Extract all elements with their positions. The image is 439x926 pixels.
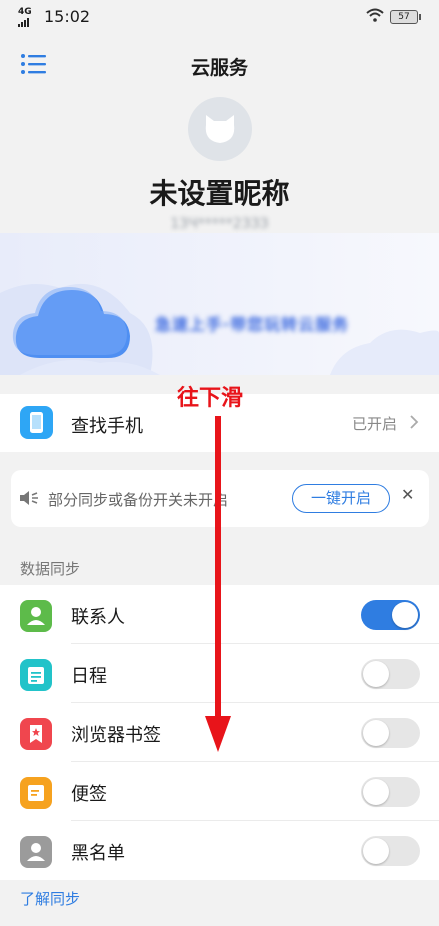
speaker-icon <box>20 491 38 505</box>
enable-all-button[interactable]: 一键开启 <box>292 484 390 513</box>
default-avatar-icon <box>205 115 235 143</box>
chevron-right-icon <box>410 415 419 429</box>
contacts-icon <box>20 600 52 632</box>
contacts-toggle[interactable] <box>361 600 420 630</box>
annotation-text: 往下滑 <box>177 386 244 411</box>
banner-text: 急速上手·带您玩转云服务 <box>155 315 350 334</box>
sync-item-blacklist[interactable]: 黑名单 <box>0 821 439 880</box>
cloud-icon <box>12 287 130 358</box>
sync-item-notes[interactable]: 便签 <box>0 762 439 821</box>
promo-banner[interactable]: 急速上手·带您玩转云服务 <box>0 233 439 375</box>
learn-sync-link[interactable]: 了解同步 <box>20 888 80 909</box>
clock: 15:02 <box>44 7 91 26</box>
sync-item-label: 黑名单 <box>71 843 125 864</box>
app-header: 云服务 <box>0 40 439 88</box>
blacklist-icon <box>20 836 52 868</box>
account-number: 1ЗЧ*****2ЗЗЗ <box>170 216 269 232</box>
notes-toggle[interactable] <box>361 777 420 807</box>
bookmarks-toggle[interactable] <box>361 718 420 748</box>
close-icon[interactable]: ✕ <box>401 485 414 504</box>
network-indicator: 4G <box>18 8 32 27</box>
calendar-icon <box>20 659 52 691</box>
avatar[interactable] <box>188 97 252 161</box>
wifi-icon <box>366 8 384 22</box>
section-title-data-sync: 数据同步 <box>20 560 81 578</box>
note-icon <box>20 777 52 809</box>
blacklist-toggle[interactable] <box>361 836 420 866</box>
sync-item-label: 便签 <box>71 784 107 805</box>
phone-icon <box>20 406 53 439</box>
battery-icon: 57 <box>390 10 421 24</box>
status-bar: 4G 15:02 57 <box>0 0 439 36</box>
sync-item-label: 浏览器书签 <box>71 725 161 746</box>
nickname[interactable]: 未设置昵称 <box>0 172 439 212</box>
bookmark-icon <box>20 718 52 750</box>
calendar-toggle[interactable] <box>361 659 420 689</box>
sync-item-label: 日程 <box>71 666 107 687</box>
find-phone-label: 查找手机 <box>71 416 143 437</box>
sync-item-label: 联系人 <box>71 607 125 628</box>
find-phone-status: 已开启 <box>351 415 397 433</box>
network-type: 4G <box>18 7 32 17</box>
page-title: 云服务 <box>190 57 248 79</box>
arrow-down-icon <box>205 416 231 752</box>
